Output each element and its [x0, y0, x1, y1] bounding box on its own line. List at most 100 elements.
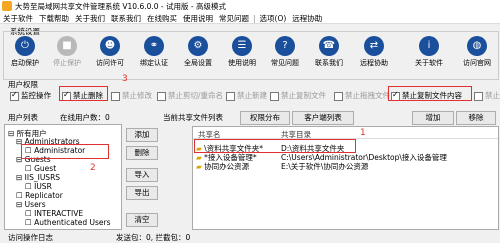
- checkbox-label: 禁止剪切/重命名: [168, 91, 224, 100]
- global-settings-label: 全局设置: [184, 59, 212, 67]
- forbid-drag-file-checkbox[interactable]: 禁止拖拽文件: [334, 90, 390, 101]
- highlight-box-forbid-delete: [59, 86, 108, 101]
- gear-icon: ⚙: [188, 36, 208, 56]
- contact-button[interactable]: ☎ 联系我们: [310, 34, 348, 76]
- tab-client-list[interactable]: 客户端列表: [292, 111, 354, 125]
- menu-item-instructions[interactable]: 使用说明: [180, 12, 216, 24]
- annotation-number-3: 3: [122, 74, 128, 84]
- import-button[interactable]: 导入: [126, 168, 158, 182]
- annotation-number-2: 2: [90, 163, 96, 173]
- tree-label: Authenticated Users: [34, 218, 111, 227]
- global-settings-button[interactable]: ⚙ 全局设置: [179, 34, 217, 76]
- visit-website-button[interactable]: ◍ 访问官网: [458, 34, 496, 76]
- tree-label: Guest: [34, 164, 57, 173]
- forbid-copy-file-checkbox[interactable]: 禁止复制文件: [270, 90, 326, 101]
- delete-user-button[interactable]: 删除: [126, 146, 158, 160]
- window-title: 大势至局域网共享文件管理系统 V10.6.0.0 - 试用版 - 高级模式: [15, 2, 226, 11]
- packet-status: 发送包：0, 拦截包：0: [116, 233, 191, 242]
- menu-item-about-us[interactable]: 关于我们: [72, 12, 108, 24]
- tree-node-replicator[interactable]: ☐ Replicator: [16, 191, 63, 200]
- forbid-cut-rename-checkbox[interactable]: 禁止剪切/重命名: [157, 90, 223, 101]
- share-path: E:\关于软件\协同办公资源: [281, 162, 369, 171]
- folder-icon: ▰: [196, 162, 202, 171]
- checkbox-box: [157, 91, 166, 101]
- annotation-number-1: 1: [360, 128, 366, 138]
- tree-node-users[interactable]: ⊟ Users: [16, 200, 46, 209]
- tree-label: INTERACTIVE: [34, 209, 84, 218]
- visit-website-label: 访问官网: [463, 59, 491, 67]
- faq-label: 常见问题: [271, 59, 299, 67]
- checkbox-label: 禁止拖拽文件: [345, 91, 390, 100]
- checkbox-box: [270, 91, 279, 101]
- instructions-button[interactable]: ☰ 使用说明: [223, 34, 261, 76]
- user-list-header: 用户列表: [8, 113, 38, 122]
- remote-assist-label: 远程协助: [360, 59, 388, 67]
- faq-button[interactable]: ? 常见问题: [266, 34, 304, 76]
- export-button[interactable]: 导出: [126, 186, 158, 200]
- stop-protect-button[interactable]: ■ 停止保护: [48, 34, 86, 76]
- tree-label: Replicator: [25, 191, 63, 200]
- menu-item-remote[interactable]: 远程协助: [289, 12, 325, 24]
- about-software-button[interactable]: i 关于软件: [410, 34, 448, 76]
- stop-icon: ■: [57, 36, 77, 56]
- checkbox-box: [10, 90, 19, 101]
- operation-log-label: 访问操作日志: [8, 233, 53, 242]
- start-protect-button[interactable]: ⏻ 启动保护: [6, 34, 44, 76]
- tree-node-authenticated-users[interactable]: ☐ Authenticated Users: [25, 218, 111, 227]
- access-permit-button[interactable]: ☻ 访问许可: [91, 34, 129, 76]
- tree-node-iis-iusrs[interactable]: ⊟ IIS_IUSRS: [16, 173, 60, 182]
- info-icon: i: [419, 36, 439, 56]
- checkbox-label: 禁止修改: [122, 91, 152, 100]
- globe-icon: ◍: [467, 36, 487, 56]
- menu-item-buy[interactable]: 在线购买: [144, 12, 180, 24]
- checkbox-label: 禁止复制文件: [281, 91, 326, 100]
- share-name: 协同办公资源: [204, 162, 250, 171]
- question-icon: ?: [275, 36, 295, 56]
- menu-item-options[interactable]: 选项(O): [257, 12, 290, 24]
- tree-label: Users: [24, 200, 46, 209]
- checkbox-label: 禁止另: [485, 91, 500, 100]
- add-user-button[interactable]: 添加: [126, 128, 158, 142]
- checkbox-box: [334, 91, 343, 101]
- highlight-box-share-row: [194, 139, 356, 153]
- table-row[interactable]: ▰ 协同办公资源: [196, 161, 249, 172]
- phone-icon: ☎: [319, 36, 339, 56]
- menu-item-download[interactable]: 下载帮助: [36, 12, 72, 24]
- highlight-box-administrator: [21, 144, 109, 159]
- checkbox-box: [474, 91, 483, 101]
- menu-item-about[interactable]: 关于软件: [0, 12, 36, 24]
- link-icon: ⚭: [144, 36, 164, 56]
- tree-node-iusr[interactable]: ☐ IUSR: [25, 182, 52, 191]
- forbid-other-checkbox[interactable]: 禁止另: [474, 90, 500, 101]
- bind-auth-button[interactable]: ⚭ 绑定认证: [135, 34, 173, 76]
- online-user-count: 在线用户数：0: [60, 113, 110, 122]
- remote-icon: ⇄: [364, 36, 384, 56]
- start-protect-label: 启动保护: [11, 59, 39, 67]
- monitor-operations-checkbox[interactable]: 监控操作: [10, 90, 51, 101]
- shares-header: 当前共享文件列表: [163, 113, 223, 122]
- permissions-label: 用户权限: [8, 80, 38, 89]
- about-software-label: 关于软件: [415, 59, 443, 67]
- tree-node-interactive[interactable]: ☐ INTERACTIVE: [25, 209, 83, 218]
- user-tree-panel[interactable]: ⊟ 所有用户 ⊟ Administrators ☐ Administrator …: [4, 124, 122, 230]
- tree-label: IIS_IUSRS: [24, 173, 61, 182]
- stop-protect-label: 停止保护: [53, 59, 81, 67]
- tab-permission-distribution[interactable]: 权限分布: [240, 111, 290, 125]
- remove-share-button[interactable]: 移除: [456, 111, 496, 125]
- clear-button[interactable]: 清空: [126, 213, 158, 227]
- checkbox-box: [111, 91, 120, 101]
- tree-node-guest[interactable]: ☐ Guest: [25, 164, 56, 173]
- checkbox-label: 禁止新建: [237, 91, 267, 100]
- remote-assist-button[interactable]: ⇄ 远程协助: [355, 34, 393, 76]
- forbid-create-checkbox[interactable]: 禁止新建: [226, 90, 267, 101]
- power-icon: ⏻: [15, 36, 35, 56]
- add-share-button[interactable]: 增加: [412, 111, 454, 125]
- menu-item-faq[interactable]: 常见问题: [216, 12, 252, 24]
- menu-item-contact[interactable]: 联系我们: [108, 12, 144, 24]
- forbid-modify-checkbox[interactable]: 禁止修改: [111, 90, 152, 101]
- book-icon: ☰: [232, 36, 252, 56]
- contact-label: 联系我们: [315, 59, 343, 67]
- menu-bar: 关于软件 下载帮助 关于我们 联系我们 在线购买 使用说明 常见问题 | 选项(O) 远程协助: [0, 12, 500, 24]
- title-bar: 大势至局域网共享文件管理系统 V10.6.0.0 - 试用版 - 高级模式: [0, 0, 500, 12]
- instructions-label: 使用说明: [228, 59, 256, 67]
